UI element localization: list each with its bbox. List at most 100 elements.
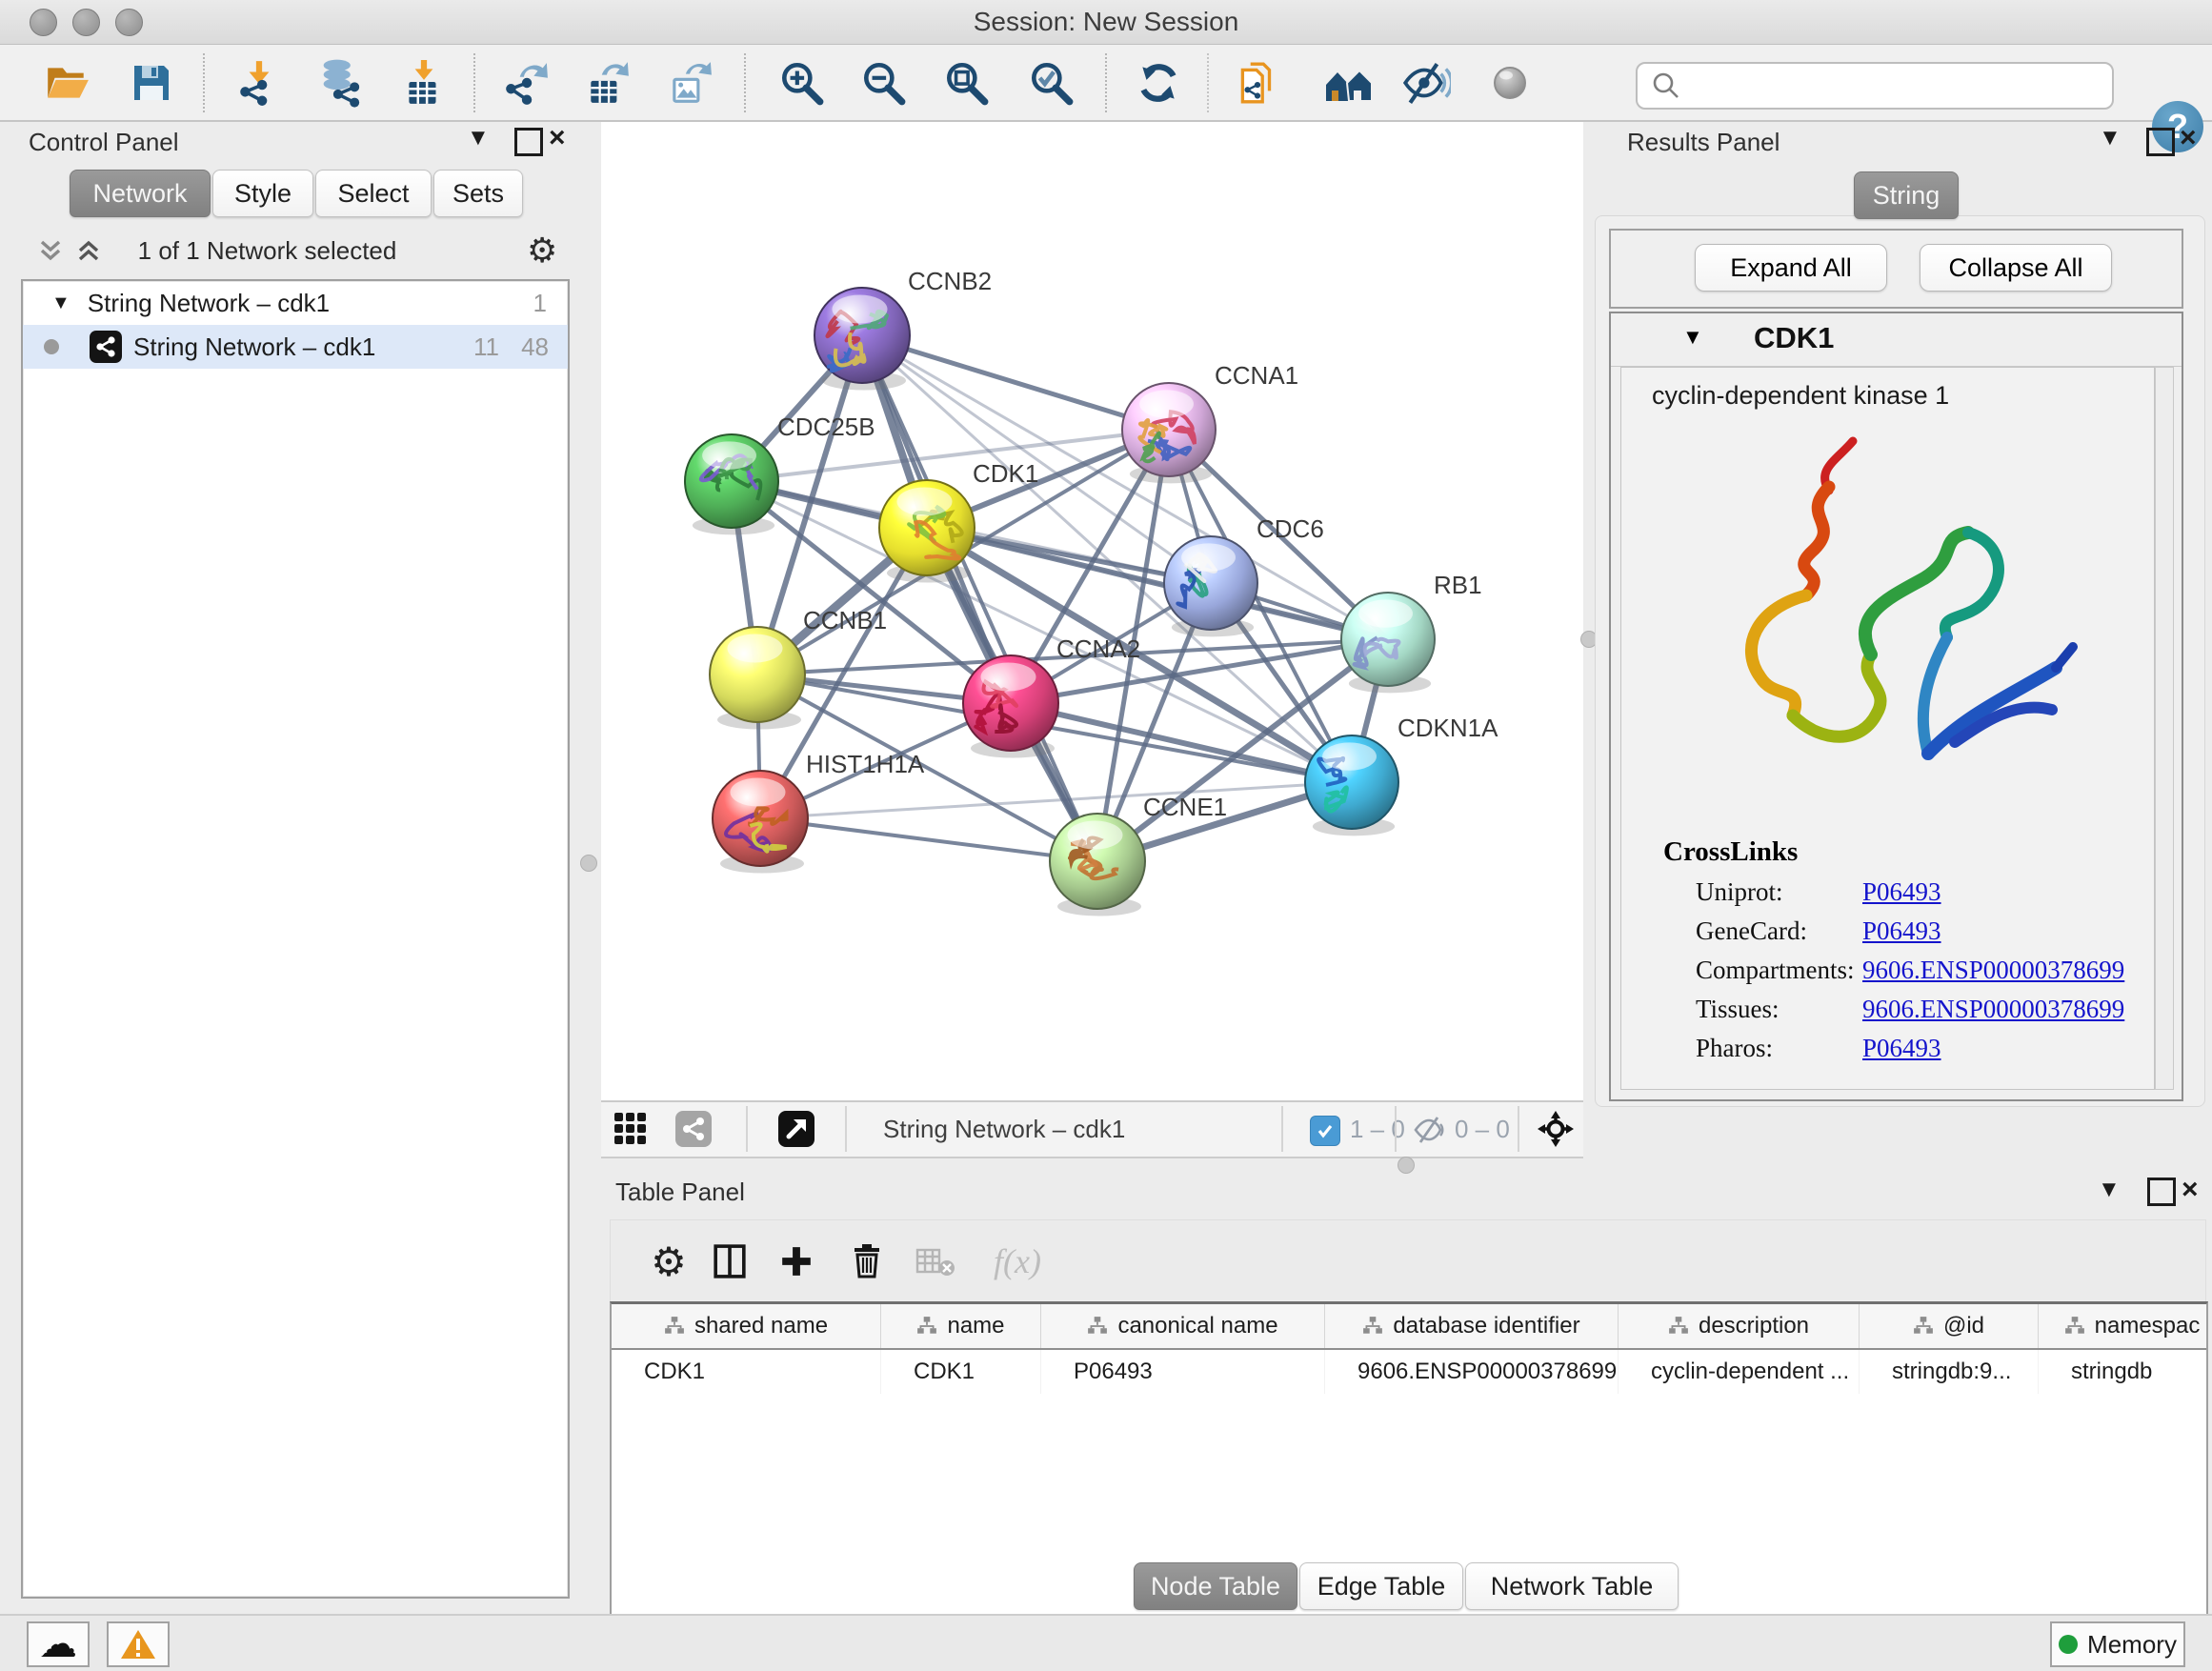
network-node-CCNE1[interactable] [1050, 814, 1145, 916]
tab-edge-table[interactable]: Edge Table [1299, 1562, 1463, 1610]
network-canvas[interactable]: CCNB2CCNA1CDC25BCDK1CDC6RB1CCNB1CCNA2CDK… [601, 122, 1583, 1100]
crosslink-link[interactable]: P06493 [1862, 1034, 1941, 1063]
network-edge[interactable] [1011, 703, 1352, 782]
crosslink-link[interactable]: P06493 [1862, 877, 1941, 907]
node-label-CCNA2: CCNA2 [1056, 634, 1140, 663]
table-options-gear-icon[interactable]: ⚙ [647, 1238, 691, 1285]
save-session-button[interactable] [126, 57, 177, 109]
tab-node-table[interactable]: Node Table [1134, 1562, 1297, 1610]
panel-menu-icon[interactable]: ▼ [2098, 1174, 2121, 1206]
float-panel-icon[interactable] [2146, 128, 2175, 156]
import-network-database-button[interactable] [314, 57, 366, 109]
column-header-namespac[interactable]: namespac [2039, 1304, 2209, 1349]
network-edge[interactable] [862, 335, 1097, 861]
crosslink-link[interactable]: 9606.ENSP00000378699 [1862, 956, 2124, 985]
horizontal-splitter-handle[interactable] [1398, 1157, 1415, 1174]
zoom-fit-button[interactable] [940, 57, 992, 109]
memory-status-dot [2059, 1635, 2078, 1654]
warnings-button[interactable] [107, 1621, 170, 1667]
node-label-CDK1: CDK1 [973, 459, 1038, 488]
table-cell[interactable]: cyclin-dependent ... [1619, 1349, 1860, 1394]
tab-string[interactable]: String [1854, 171, 1959, 219]
add-column-icon[interactable] [774, 1238, 818, 1285]
table-cell[interactable]: stringdb [2039, 1349, 2209, 1394]
table-cell[interactable]: CDK1 [612, 1349, 881, 1394]
gene-section-header[interactable]: ▼ CDK1 [1611, 313, 2182, 367]
network-node-CCNA2[interactable] [963, 655, 1058, 758]
network-node-CCNA1[interactable] [1122, 383, 1216, 483]
network-node-CDKN1A[interactable] [1305, 735, 1398, 836]
network-node-CDC6[interactable] [1164, 536, 1257, 636]
close-panel-icon[interactable]: × [549, 122, 566, 154]
network-edge[interactable] [760, 818, 1097, 861]
column-header-canonical-name[interactable]: canonical name [1041, 1304, 1325, 1349]
network-node-CDK1[interactable] [879, 480, 975, 583]
collapse-section-icon[interactable]: ▼ [1682, 325, 1703, 350]
export-table-button[interactable] [582, 57, 633, 109]
delete-column-icon[interactable] [845, 1238, 889, 1285]
collection-label: String Network – cdk1 [88, 289, 330, 318]
tab-style[interactable]: Style [212, 170, 313, 217]
network-node-CCNB1[interactable] [710, 627, 805, 730]
export-image-button[interactable] [664, 57, 715, 109]
tab-select[interactable]: Select [315, 170, 432, 217]
grid-mode-icon[interactable] [613, 1112, 648, 1146]
open-session-button[interactable] [41, 57, 92, 109]
network-graph[interactable]: CCNB2CCNA1CDC25BCDK1CDC6RB1CCNB1CCNA2CDK… [601, 122, 1583, 1100]
close-panel-icon[interactable]: × [2180, 122, 2197, 154]
selected-checkbox[interactable] [1310, 1116, 1340, 1146]
show-columns-icon[interactable] [708, 1238, 752, 1285]
table-row[interactable]: CDK1CDK1P064939606.ENSP00000378699cyclin… [612, 1349, 2208, 1394]
network-view-share-icon[interactable] [675, 1111, 712, 1147]
column-header-shared-name[interactable]: shared name [612, 1304, 881, 1349]
column-header-database-identifier[interactable]: database identifier [1325, 1304, 1619, 1349]
zoom-in-button[interactable] [775, 57, 827, 109]
results-scrollbar[interactable] [2155, 367, 2174, 1090]
table-cell[interactable]: 9606.ENSP00000378699 [1325, 1349, 1619, 1394]
crosslink-link[interactable]: P06493 [1862, 916, 1941, 946]
export-network-button[interactable] [500, 57, 552, 109]
expand-all-button[interactable]: Expand All [1695, 244, 1887, 292]
birds-eye-view-icon[interactable] [778, 1111, 814, 1147]
string-query-button[interactable] [1323, 57, 1375, 109]
tab-network[interactable]: Network [70, 170, 211, 217]
show-graphics-details-button[interactable] [1484, 57, 1536, 109]
network-node-HIST1H1A[interactable] [713, 771, 808, 874]
table-cell[interactable]: stringdb:9... [1860, 1349, 2039, 1394]
column-header-description[interactable]: description [1619, 1304, 1860, 1349]
collection-expand-icon[interactable]: ▼ [51, 292, 70, 314]
table-cell[interactable]: CDK1 [881, 1349, 1041, 1394]
float-panel-icon[interactable] [2147, 1178, 2176, 1206]
hide-selected-button[interactable] [1400, 57, 1452, 109]
tab-network-table[interactable]: Network Table [1465, 1562, 1679, 1610]
collapse-all-button[interactable]: Collapse All [1920, 244, 2112, 292]
network-collection-row[interactable]: ▼ String Network – cdk1 1 [23, 281, 568, 325]
search-input[interactable] [1689, 71, 2112, 101]
network-current-dot-icon [44, 339, 59, 354]
import-network-file-button[interactable] [233, 57, 285, 109]
table-cell[interactable]: P06493 [1041, 1349, 1325, 1394]
toolbar-separator [1207, 53, 1209, 112]
network-node-CDC25B[interactable] [685, 434, 778, 534]
tab-sets[interactable]: Sets [433, 170, 523, 217]
apply-layout-button[interactable] [1133, 57, 1184, 109]
memory-button[interactable]: Memory [2050, 1621, 2185, 1667]
left-splitter-handle[interactable] [580, 855, 597, 872]
float-panel-icon[interactable] [514, 128, 543, 156]
close-panel-icon[interactable]: × [2182, 1174, 2199, 1206]
panel-menu-icon[interactable]: ▼ [2099, 122, 2122, 154]
network-row[interactable]: String Network – cdk1 11 48 [23, 325, 568, 369]
network-options-gear-icon[interactable]: ⚙ [527, 231, 557, 271]
network-node-RB1[interactable] [1341, 593, 1435, 693]
zoom-out-button[interactable] [857, 57, 909, 109]
panel-menu-icon[interactable]: ▼ [467, 122, 490, 154]
crosslinks-title: CrossLinks [1663, 836, 2154, 868]
column-header-name[interactable]: name [881, 1304, 1041, 1349]
column-header-@id[interactable]: @id [1860, 1304, 2039, 1349]
pan-crosshair-icon[interactable] [1537, 1110, 1575, 1148]
cloud-status-button[interactable]: ☁ [27, 1621, 90, 1667]
crosslink-link[interactable]: 9606.ENSP00000378699 [1862, 995, 2124, 1024]
import-table-button[interactable] [398, 57, 450, 109]
clone-network-button[interactable] [1232, 57, 1283, 109]
zoom-selected-button[interactable] [1025, 57, 1076, 109]
